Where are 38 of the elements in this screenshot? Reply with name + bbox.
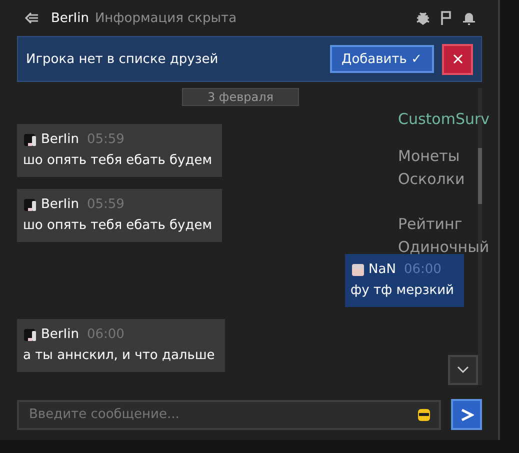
background-text: Осколки (398, 169, 466, 190)
message-input[interactable]: Введите сообщение... (17, 400, 441, 430)
message-time: 05:59 (86, 132, 124, 147)
background-text: Монеты (398, 146, 461, 167)
back-icon[interactable] (25, 12, 39, 24)
author-name: BerIin (41, 197, 79, 212)
background-text: CustomSurv (398, 109, 490, 130)
notice-text: Игрока нет в списке друзей (26, 52, 218, 66)
contact-name: BerIin (51, 10, 89, 26)
bell-icon[interactable] (462, 11, 476, 25)
message-text: шо опять тебя ебать будем (23, 153, 212, 168)
chevron-down-icon (457, 366, 469, 374)
add-friend-button[interactable]: Добавить ✓ (330, 45, 434, 73)
scroll-down-button[interactable] (448, 355, 478, 385)
flag-icon[interactable] (440, 11, 452, 25)
send-button[interactable] (451, 399, 482, 430)
message-time: 06:00 (404, 262, 442, 277)
close-icon (452, 54, 462, 64)
avatar-icon (23, 328, 37, 342)
scroll-thumb[interactable] (478, 148, 482, 204)
message-time: 05:59 (86, 197, 124, 212)
avatar-icon (350, 262, 365, 276)
date-label: 3 февраля (182, 88, 299, 106)
message-text: фу тф мерзкий (350, 283, 454, 298)
send-icon (460, 408, 474, 422)
avatar-icon (23, 198, 37, 212)
message-time: 06:00 (86, 327, 124, 342)
message-text: шо опять тебя ебать будем (23, 218, 212, 233)
close-button[interactable] (442, 44, 473, 74)
author-name: BerIin (41, 132, 79, 147)
bug-icon[interactable] (416, 11, 430, 25)
message-text: а ты аннскил, и что дальше (23, 348, 215, 363)
background-text: Одиночный (398, 237, 490, 258)
contact-status: Информация скрыта (94, 10, 237, 26)
background-text: Рейтинг (398, 214, 464, 235)
author-name: NaN (368, 262, 396, 277)
avatar-icon (23, 132, 37, 146)
author-name: BerIin (41, 327, 79, 342)
